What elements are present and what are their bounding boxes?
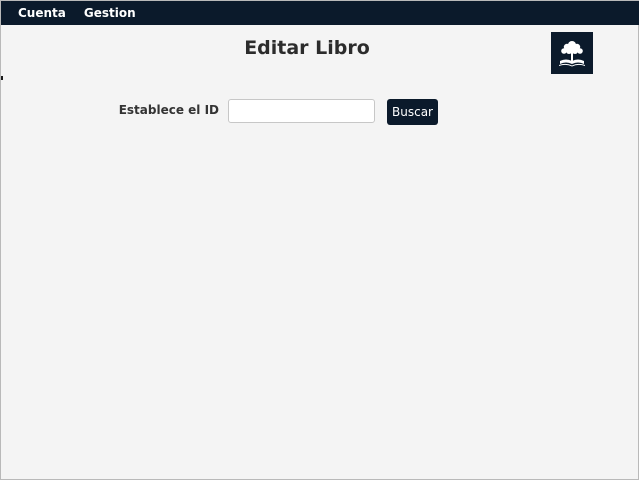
tree-book-logo-icon [559,41,585,67]
page-title: Editar Libro [244,37,370,59]
search-button[interactable]: Buscar [387,99,438,125]
menu-item-cuenta[interactable]: Cuenta [1,1,66,25]
id-label: Establece el ID [118,103,219,117]
menu-item-gestion[interactable]: Gestion [67,1,136,25]
library-logo [551,32,593,74]
id-search-row: Establece el ID Buscar [1,98,639,125]
id-input[interactable] [228,99,375,123]
menu-bar: Cuenta Gestion [1,1,639,25]
app-window: Cuenta Gestion Editar Libro Establece el… [0,0,639,480]
window-edge-mark [1,76,3,80]
